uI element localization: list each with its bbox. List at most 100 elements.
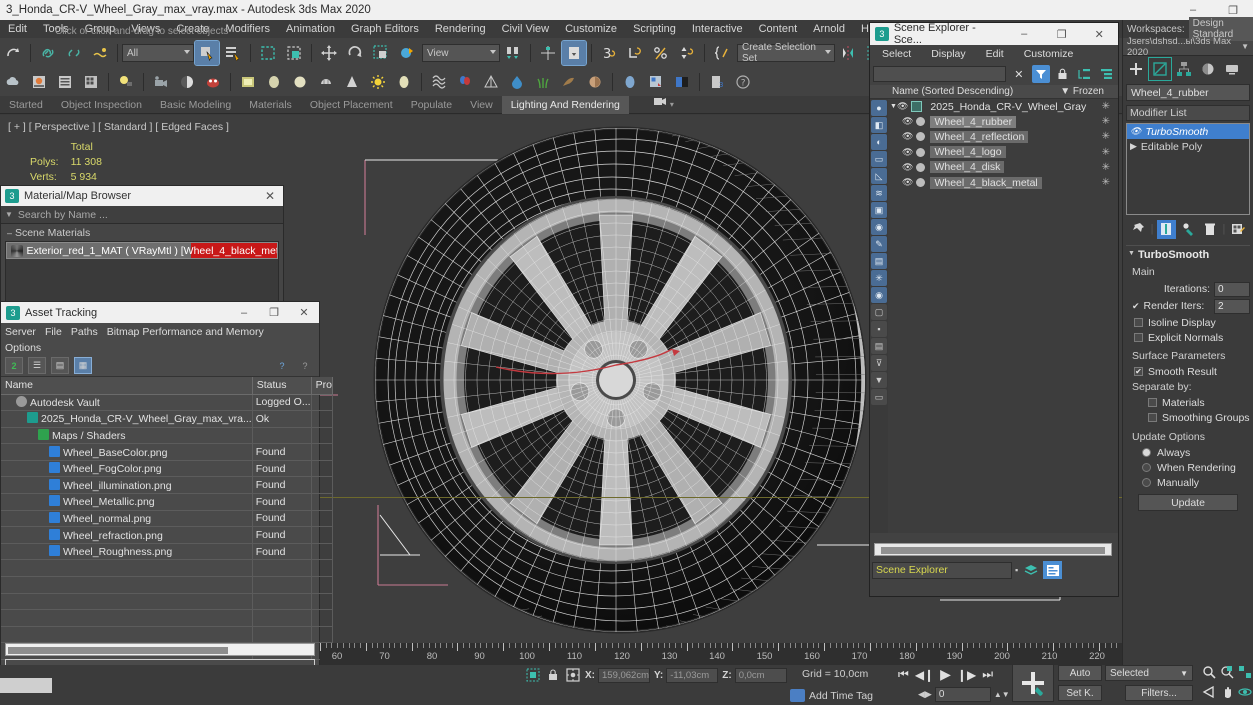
tab-hierarchy[interactable] bbox=[1173, 58, 1195, 80]
zoom-extents-icon[interactable] bbox=[1236, 663, 1253, 680]
ribbon-tab-lighting-and-rendering[interactable]: Lighting And Rendering bbox=[501, 95, 629, 114]
eye-icon[interactable]: 👁 bbox=[902, 162, 913, 173]
scene-object-list[interactable]: ▼ 👁 2025_Honda_CR-V_Wheel_Gray ✳ 👁 Wheel_4_ru… bbox=[888, 99, 1118, 190]
scene-materials-section-label[interactable]: – Scene Materials bbox=[1, 224, 283, 241]
chevron-down-icon[interactable]: ▼ bbox=[1241, 42, 1249, 51]
close-icon[interactable]: ✕ bbox=[289, 306, 319, 319]
water-icon[interactable] bbox=[505, 70, 529, 94]
asset-tracking-window[interactable]: 3 Asset Tracking – ❐ ✕ Server File Paths Bi… bbox=[0, 301, 333, 697]
render-frame-icon[interactable] bbox=[201, 70, 225, 94]
containers-filter-icon[interactable]: ▤ bbox=[871, 253, 887, 269]
modifier-stack[interactable]: 👁 TurboSmooth ▶ Editable Poly bbox=[1126, 123, 1250, 215]
layer-view-icon[interactable]: ▢ bbox=[871, 304, 887, 320]
ribbon-camera-icon[interactable]: ▾ bbox=[645, 95, 683, 114]
add-time-tag-button[interactable]: Add Time Tag bbox=[790, 689, 873, 702]
scene-explorer-toggle-icon[interactable] bbox=[1043, 561, 1063, 579]
z-coordinate[interactable]: Z: 0,0cm bbox=[722, 667, 787, 683]
table-row[interactable] bbox=[1, 559, 333, 578]
list-view-icon[interactable]: ☰ bbox=[28, 357, 46, 374]
eye-icon[interactable]: 👁 bbox=[902, 147, 913, 158]
ribbon-tab-started[interactable]: Started bbox=[0, 96, 52, 114]
vray-light-icon[interactable] bbox=[392, 70, 416, 94]
menu-item-edit[interactable]: Edit bbox=[0, 20, 35, 38]
column-header-pro[interactable]: Pro bbox=[311, 377, 333, 395]
auto-key-button[interactable]: Auto bbox=[1058, 665, 1102, 681]
menu-item-animation[interactable]: Animation bbox=[278, 20, 343, 38]
angle-snap-icon[interactable] bbox=[675, 41, 699, 65]
column-name[interactable]: Name (Sorted Descending) bbox=[892, 86, 1013, 97]
pan-view-icon[interactable] bbox=[1218, 683, 1235, 700]
lights-filter-icon[interactable]: ◐ bbox=[871, 134, 887, 150]
current-frame-field[interactable]: 0 bbox=[934, 687, 991, 702]
tab-modify[interactable] bbox=[1148, 57, 1172, 81]
scene-menu-customize[interactable]: Customize bbox=[1024, 48, 1074, 60]
table-view-icon[interactable]: ▦ bbox=[74, 357, 92, 374]
named-selection-set-combo[interactable]: Create Selection Set bbox=[737, 42, 835, 64]
scene-converter-icon[interactable]: 3 bbox=[705, 70, 729, 94]
render-output-icon[interactable] bbox=[670, 70, 694, 94]
scene-menu-select[interactable]: Select bbox=[882, 48, 911, 60]
scene-explorer-hscrollbar[interactable] bbox=[874, 543, 1112, 556]
cameras-filter-icon[interactable]: ▭ bbox=[871, 151, 887, 167]
grass-icon[interactable] bbox=[531, 70, 555, 94]
thumbnail-view-icon[interactable]: ▤ bbox=[51, 357, 69, 374]
shadow-sphere-icon[interactable] bbox=[175, 70, 199, 94]
helpers-filter-icon[interactable]: ◺ bbox=[871, 168, 887, 184]
table-row[interactable]: Wheel_Roughness.png Found bbox=[1, 543, 333, 561]
placement-tool-icon[interactable] bbox=[395, 41, 419, 65]
scene-object-row[interactable]: 👁 Wheel_4_reflection ✳ bbox=[888, 129, 1118, 144]
collapse-all-icon[interactable] bbox=[1097, 65, 1115, 83]
scene-object-row[interactable]: ▼ 👁 2025_Honda_CR-V_Wheel_Gray ✳ bbox=[888, 99, 1118, 114]
table-row[interactable]: 2025_Honda_CR-V_Wheel_Gray_max_vra... Ok bbox=[1, 410, 333, 428]
ribbon-tab-basic-modeling[interactable]: Basic Modeling bbox=[151, 96, 240, 114]
fur-brush-icon[interactable] bbox=[557, 70, 581, 94]
info-icon[interactable]: ? bbox=[296, 357, 314, 374]
light-icon[interactable] bbox=[114, 70, 138, 94]
material-map-browser-window[interactable]: 3 Material/Map Browser ✕ ▼ Search by Nam… bbox=[0, 185, 284, 310]
chevron-down-icon[interactable]: ▼ bbox=[1180, 669, 1188, 678]
configure-modifier-sets-icon[interactable] bbox=[1228, 220, 1247, 239]
scene-menu-edit[interactable]: Edit bbox=[986, 48, 1004, 60]
ribbon-tab-view[interactable]: View bbox=[461, 96, 502, 114]
vray-plane-icon[interactable] bbox=[236, 70, 260, 94]
select-and-rotate-icon[interactable] bbox=[343, 41, 367, 65]
reference-coordinate-combo[interactable]: View bbox=[422, 44, 500, 62]
vray-sphere-blue-icon[interactable] bbox=[618, 70, 642, 94]
filter-config-icon[interactable]: ⊽ bbox=[871, 355, 887, 371]
chevron-down-icon[interactable]: ▼ bbox=[5, 210, 13, 219]
frozen-toggle-icon[interactable]: ✳ bbox=[1102, 116, 1110, 127]
frozen-toggle-icon[interactable]: ✳ bbox=[1102, 101, 1110, 112]
timeline-ruler[interactable]: 60 70 80 90 100 110 120 130 140 150 160 170 180 190 20… bbox=[320, 643, 1122, 665]
set-key-mode-button[interactable]: Set K. bbox=[1058, 685, 1102, 701]
asset-menu-options[interactable]: Options bbox=[5, 342, 41, 354]
layers-icon[interactable] bbox=[1021, 561, 1040, 579]
visibility-filter-icon[interactable]: ◉ bbox=[871, 287, 887, 303]
y-coordinate[interactable]: Y: -11,03cm bbox=[654, 667, 719, 683]
scene-object-row[interactable]: 👁 Wheel_4_rubber ✳ bbox=[888, 114, 1118, 129]
scene-object-row[interactable]: 👁 Wheel_4_logo ✳ bbox=[888, 145, 1118, 160]
scene-object-row[interactable]: 👁 Wheel_4_black_metal ✳ bbox=[888, 175, 1118, 190]
eye-icon[interactable]: 👁 bbox=[1130, 126, 1141, 137]
update-mode-radio[interactable]: Manually bbox=[1126, 475, 1250, 490]
select-object-icon[interactable] bbox=[194, 40, 220, 66]
percent-snap-icon[interactable] bbox=[649, 41, 673, 65]
mirror-icon[interactable] bbox=[536, 41, 560, 65]
pyramid-wire-icon[interactable] bbox=[479, 70, 503, 94]
select-by-name-icon[interactable] bbox=[221, 41, 245, 65]
ribbon-tab-materials[interactable]: Materials bbox=[240, 96, 301, 114]
scene-explorer-window[interactable]: 3 Scene Explorer - Sce... – ❐ ✕ Select Di… bbox=[869, 22, 1119, 597]
balloon-icon[interactable] bbox=[453, 70, 477, 94]
menu-item-civil-view[interactable]: Civil View bbox=[494, 20, 557, 38]
filters-button[interactable]: Filters... bbox=[1125, 685, 1193, 701]
column-header-status[interactable]: Status bbox=[252, 377, 312, 395]
mirror-geometry-icon[interactable] bbox=[836, 41, 860, 65]
menu-item-interactive[interactable]: Interactive bbox=[684, 20, 751, 38]
groups-filter-icon[interactable]: ▣ bbox=[871, 202, 887, 218]
vray-cone-icon[interactable] bbox=[340, 70, 364, 94]
orbit-icon[interactable] bbox=[1236, 683, 1253, 700]
ribbon-tab-object-inspection[interactable]: Object Inspection bbox=[52, 96, 151, 114]
update-mode-radio[interactable]: Always bbox=[1126, 445, 1250, 460]
eye-icon[interactable]: 👁 bbox=[902, 177, 913, 188]
unlink-icon[interactable] bbox=[62, 41, 86, 65]
filter-icon[interactable] bbox=[1031, 65, 1050, 83]
